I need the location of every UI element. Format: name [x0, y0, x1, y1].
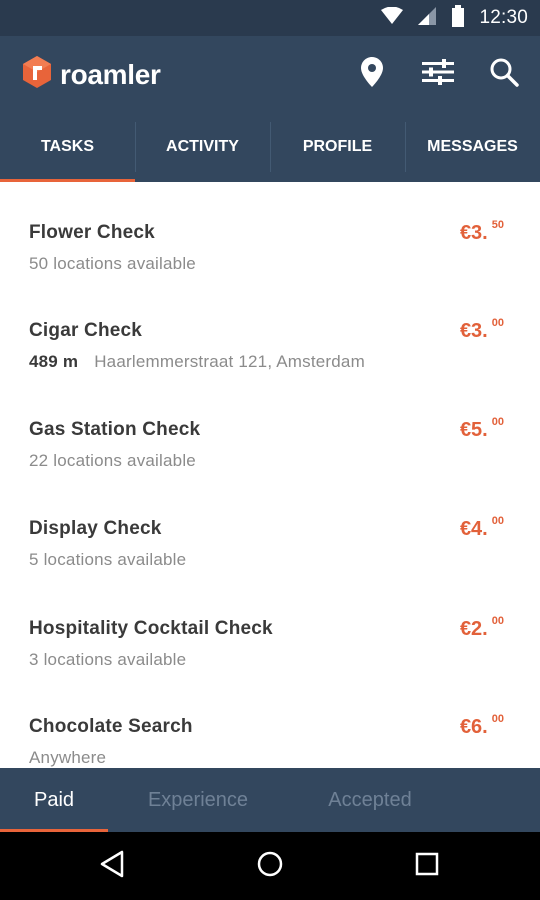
- app-logo: roamler: [22, 56, 161, 93]
- wifi-icon: [381, 6, 404, 30]
- task-item-gas-station-check[interactable]: Gas Station Check 22 locations available…: [0, 379, 540, 477]
- home-icon: [256, 850, 284, 883]
- task-price: €2. 00: [459, 615, 504, 641]
- price-main: €6.: [459, 716, 488, 738]
- main-tabs: TASKS ACTIVITY PROFILE MESSAGES: [0, 112, 540, 182]
- task-subtitle: 22 locations available: [29, 451, 196, 470]
- back-icon: [99, 850, 125, 883]
- filter-tab-accepted[interactable]: Accepted: [296, 768, 444, 832]
- filter-button[interactable]: [420, 56, 456, 92]
- recents-button[interactable]: [407, 846, 447, 886]
- task-item-hospitality-cocktail-check[interactable]: Hospitality Cocktail Check 3 locations a…: [0, 578, 540, 676]
- task-title: Display Check: [29, 518, 162, 539]
- task-item-cigar-check[interactable]: Cigar Check 489 m Haarlemmerstraat 121, A…: [0, 280, 540, 378]
- task-price: €3. 50: [459, 219, 504, 245]
- task-subtitle: 3 locations available: [29, 650, 187, 669]
- app-bar: roamler: [0, 36, 540, 112]
- location-pin-icon: [361, 56, 383, 92]
- header-actions: [324, 36, 522, 112]
- task-subtitle: Anywhere: [29, 748, 107, 767]
- recents-icon: [414, 851, 440, 882]
- tab-messages[interactable]: MESSAGES: [405, 112, 540, 182]
- filter-tab-label: Paid: [33, 788, 75, 811]
- cell-signal-icon: [417, 6, 437, 31]
- back-button[interactable]: [92, 846, 132, 886]
- filter-tab-paid[interactable]: Paid: [0, 768, 108, 832]
- task-title: Gas Station Check: [29, 419, 201, 440]
- status-icons: 12:30: [381, 0, 528, 36]
- task-price: €6. 00: [459, 713, 504, 739]
- tab-label: TASKS: [40, 138, 95, 155]
- price-main: €2.: [459, 618, 488, 640]
- task-item-display-check[interactable]: Display Check 5 locations available €4. 0…: [0, 478, 540, 576]
- filter-tab-experience[interactable]: Experience: [118, 768, 278, 832]
- filter-tabs: Paid Experience Accepted: [0, 768, 540, 832]
- task-item-flower-check[interactable]: Flower Check 50 locations available €3. 5…: [0, 182, 540, 280]
- task-price: €5. 00: [459, 416, 504, 442]
- tab-tasks[interactable]: TASKS: [0, 112, 135, 182]
- status-time: 12:30: [479, 7, 528, 28]
- tab-profile[interactable]: PROFILE: [270, 112, 405, 182]
- price-cents: 00: [491, 515, 504, 527]
- tab-label: PROFILE: [302, 138, 373, 155]
- task-distance: 489 m: [29, 352, 79, 371]
- task-location: 489 m Haarlemmerstraat 121, Amsterdam: [29, 352, 365, 372]
- filter-sliders-icon: [422, 58, 454, 90]
- task-price: €3. 00: [459, 317, 504, 343]
- filter-tab-label: Experience: [147, 788, 249, 811]
- task-address: Haarlemmerstraat 121, Amsterdam: [94, 352, 365, 371]
- task-title: Cigar Check: [29, 320, 143, 341]
- search-icon: [489, 57, 519, 92]
- roamler-logo-icon: [22, 56, 52, 93]
- price-main: €5.: [459, 419, 488, 441]
- app-name: roamler: [60, 58, 161, 90]
- tab-label: ACTIVITY: [166, 138, 239, 155]
- task-title: Flower Check: [29, 222, 155, 243]
- price-cents: 00: [491, 713, 504, 725]
- price-cents: 00: [491, 416, 504, 428]
- task-item-chocolate-search[interactable]: Chocolate Search Anywhere €6. 00: [0, 676, 540, 768]
- price-cents: 00: [491, 317, 504, 329]
- task-title: Chocolate Search: [29, 716, 193, 737]
- task-title: Hospitality Cocktail Check: [29, 618, 273, 639]
- task-subtitle: 5 locations available: [29, 550, 187, 569]
- status-bar: 12:30: [0, 0, 540, 36]
- battery-icon: [451, 4, 465, 32]
- tab-activity[interactable]: ACTIVITY: [135, 112, 270, 182]
- price-main: €4.: [459, 518, 488, 540]
- price-cents: 00: [491, 615, 504, 627]
- task-subtitle: 50 locations available: [29, 254, 196, 273]
- task-list: Flower Check 50 locations available €3. 5…: [0, 182, 540, 768]
- tab-label: MESSAGES: [427, 138, 518, 155]
- price-cents: 50: [491, 219, 504, 231]
- task-price: €4. 00: [459, 515, 504, 541]
- home-button[interactable]: [250, 846, 290, 886]
- system-nav-bar: [0, 832, 540, 900]
- search-button[interactable]: [486, 56, 522, 92]
- price-main: €3.: [459, 222, 488, 244]
- price-main: €3.: [459, 320, 488, 342]
- filter-tab-label: Accepted: [328, 788, 412, 811]
- location-pin-button[interactable]: [354, 56, 390, 92]
